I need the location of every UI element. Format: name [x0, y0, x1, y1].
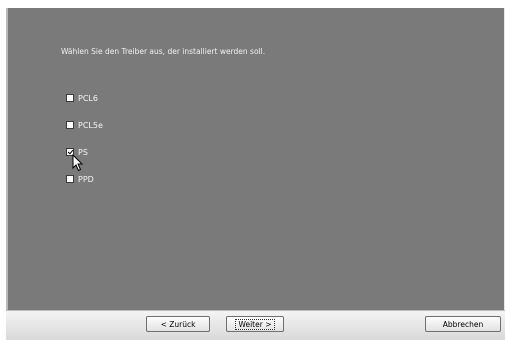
next-button[interactable]: Weiter > [226, 316, 284, 332]
pcl6-checkbox[interactable] [66, 94, 74, 102]
ppd-checkbox[interactable] [66, 175, 74, 183]
instruction-text: Wählen Sie den Treiber aus, der installi… [61, 47, 266, 56]
cancel-button-label: Abbrechen [442, 319, 484, 329]
ppd-label: PPD [78, 174, 94, 184]
pcl5e-label: PCL5e [78, 120, 103, 130]
pcl6-label: PCL6 [78, 93, 98, 103]
next-button-label: Weiter > [234, 318, 276, 330]
back-button[interactable]: < Zurück [146, 316, 210, 332]
cancel-button[interactable]: Abbrechen [425, 316, 501, 332]
mouse-pointer-icon [72, 154, 84, 172]
option-pcl6[interactable]: PCL6 [66, 92, 98, 104]
pcl5e-checkbox[interactable] [66, 121, 74, 129]
option-pcl5e[interactable]: PCL5e [66, 119, 103, 131]
option-ppd[interactable]: PPD [66, 173, 94, 185]
back-button-label: < Zurück [160, 319, 196, 329]
